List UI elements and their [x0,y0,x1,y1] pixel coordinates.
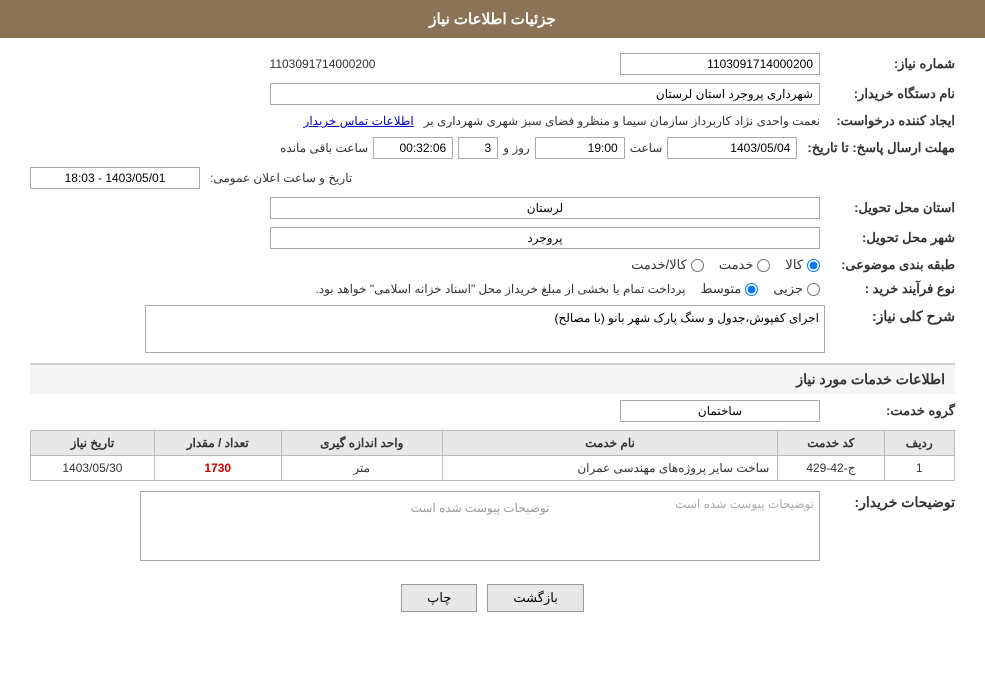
print-button[interactable]: چاپ [401,584,477,612]
col-unit: واحد اندازه گیری [281,431,442,456]
nam-dasgah-label: نام دستگاه خریدار: [825,86,955,102]
col-radif: ردیف [884,431,955,456]
remaining-label: ساعت باقی مانده [280,141,368,155]
mohlat-date-input[interactable] [667,137,797,159]
shomare-niaz-input[interactable] [620,53,820,75]
col-name: نام خدمت [442,431,778,456]
noe-farayand-option-jozi[interactable]: جزیی [773,281,820,297]
cell-radif: 1 [884,456,955,481]
etelaaat-tamas-link[interactable]: اطلاعات تماس خریدار [304,114,414,128]
tabaqe-row: طبقه بندی موضوعی: کالا خدمت کالا/خدمت [30,257,955,273]
nam-dasgah-row: نام دستگاه خریدار: شهرداری پروجرد استان … [30,83,955,105]
noe-farayand-radio-group: جزیی متوسط [700,281,820,297]
services-section-title: اطلاعات خدمات مورد نیاز [30,363,955,394]
page-title: جزئیات اطلاعات نیاز [429,11,556,28]
mohlat-days-input[interactable] [458,137,498,159]
mohlat-time-label: ساعت [630,141,663,155]
mohlat-row: مهلت ارسال پاسخ: تا تاریخ: 1403/05/04 سا… [30,137,955,159]
shomare-niaz-row: شماره نیاز: 1103091714000200 [30,53,955,75]
group-khedmat-label: گروه خدمت: [825,403,955,419]
ostan-label: استان محل تحویل: [825,200,955,216]
remaining-time-input[interactable] [373,137,453,159]
tabaqe-radio-group: کالا خدمت کالا/خدمت [631,257,820,273]
noe-farayand-row: نوع فرآیند خرید : جزیی متوسط پرداخت تمام… [30,281,955,297]
sharh-textarea[interactable] [145,305,825,353]
cell-code: ج-42-429 [778,456,884,481]
sharh-section: شرح کلی نیاز: [30,305,955,353]
tabaqe-radio-kala-khedmat[interactable] [691,259,704,272]
taarikh-elan-input[interactable] [30,167,200,189]
mohlat-label: مهلت ارسال پاسخ: تا تاریخ: [802,140,955,156]
col-date: تاریخ نیاز [31,431,155,456]
group-khedmat-row: گروه خدمت: ساختمان [30,400,955,422]
tabaqe-option-khedmat[interactable]: خدمت [719,257,771,273]
mohlat-days-label: روز و [503,141,530,155]
ijad-konande-value: نعمت واحدی نژاد کاربرداز سازمان سیما و م… [424,114,820,128]
services-table: ردیف کد خدمت نام خدمت واحد اندازه گیری ت… [30,430,955,481]
tabaqe-kala-khedmat-label: کالا/خدمت [631,257,687,273]
table-row: 1 ج-42-429 ساخت سایر پروژه‌های مهندسی عم… [31,456,955,481]
cell-date: 1403/05/30 [31,456,155,481]
cell-count: 1730 [154,456,281,481]
taarikh-elan-row: تاریخ و ساعت اعلان عمومی: [30,167,955,189]
sharh-label: شرح کلی نیاز: [825,305,955,325]
farayand-radio-jozi[interactable] [807,283,820,296]
col-count: تعداد / مقدار [154,431,281,456]
noe-farayand-label: نوع فرآیند خرید : [825,281,955,297]
nam-dasgah-input[interactable] [270,83,820,105]
buyer-desc-row: توضیحات خریدار: توضیحات پیوست شده است [30,491,955,564]
tabaqe-label: طبقه بندی موضوعی: [825,257,955,273]
buyer-desc-textarea[interactable] [140,491,820,561]
tabaqe-radio-kala[interactable] [807,259,820,272]
shahr-input[interactable] [270,227,820,249]
ijad-konande-row: ایجاد کننده درخواست: نعمت واحدی نژاد کار… [30,113,955,129]
noe-farayand-option-motavaset[interactable]: متوسط [700,281,758,297]
cell-unit: متر [281,456,442,481]
mohlat-time-input[interactable] [535,137,625,159]
col-code: کد خدمت [778,431,884,456]
farayand-jozi-label: جزیی [773,281,803,297]
ostan-input[interactable] [270,197,820,219]
back-button[interactable]: بازگشت [487,584,583,612]
page-header: جزئیات اطلاعات نیاز [0,0,985,38]
shahr-row: شهر محل تحویل: پروجرد [30,227,955,249]
shomare-niaz-value: 1103091714000200 [30,57,615,71]
tabaqe-option-kala[interactable]: کالا [785,257,820,273]
taarikh-elan-label: تاریخ و ساعت اعلان عمومی: [210,171,352,185]
tabaqe-khedmat-label: خدمت [719,257,754,273]
farayand-note: پرداخت تمام یا بخشی از مبلغ خریداز محل "… [315,282,685,296]
shomare-niaz-label: شماره نیاز: [825,56,955,72]
group-khedmat-input[interactable] [620,400,820,422]
buyer-desc-label: توضیحات خریدار: [825,491,955,511]
farayand-radio-motavaset[interactable] [745,283,758,296]
shahr-label: شهر محل تحویل: [825,230,955,246]
ijad-konande-label: ایجاد کننده درخواست: [825,113,955,129]
ostan-row: استان محل تحویل: لرستان [30,197,955,219]
tabaqe-radio-khedmat[interactable] [757,259,770,272]
farayand-motavaset-label: متوسط [700,281,741,297]
tabaqe-option-kala-khedmat[interactable]: کالا/خدمت [631,257,704,273]
tabaqe-kala-label: کالا [785,257,803,273]
cell-name: ساخت سایر پروژه‌های مهندسی عمران [442,456,778,481]
buttons-row: بازگشت چاپ [30,584,955,612]
